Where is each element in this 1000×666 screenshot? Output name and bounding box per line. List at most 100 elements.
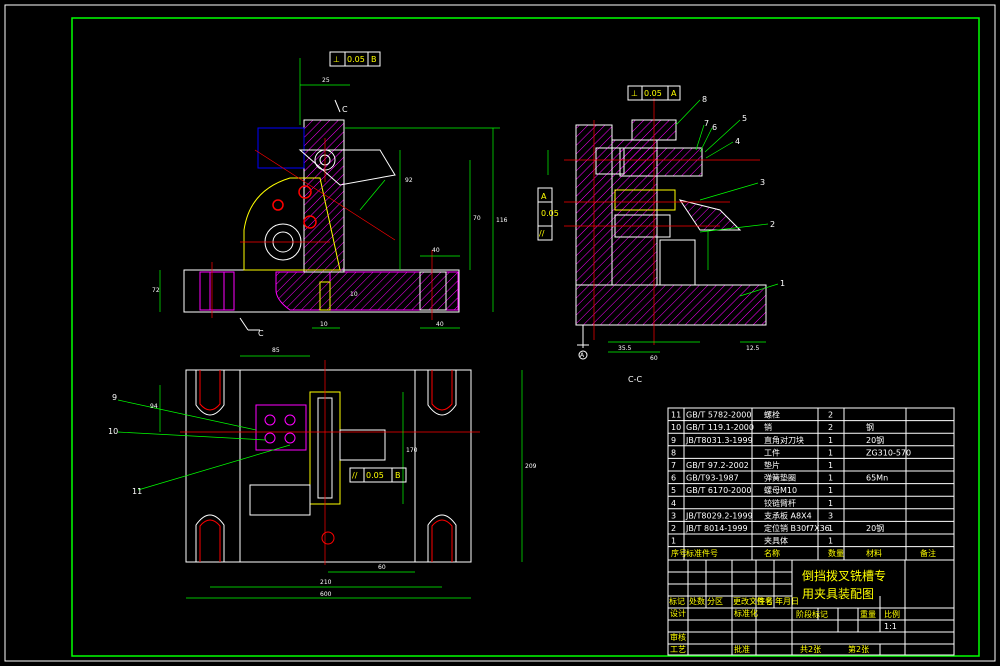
assembly-drawing: ⊥ 0.05 B 25 92 70 116 72 40 10 10 40 C C — [4, 4, 996, 662]
dim-600: 600 — [320, 591, 332, 598]
bom-cell-mat: 65Mn — [866, 474, 888, 483]
dim-40a: 40 — [432, 247, 440, 254]
bom-cell-name: 螺栓 — [764, 410, 780, 420]
dim-35-5: 35.5 — [618, 345, 632, 352]
balloon-7: 7 — [704, 119, 709, 128]
bom-cell-std: GB/T 5782-2000 — [686, 411, 751, 420]
bom-header-note: 备注 — [920, 548, 936, 558]
balloon-8: 8 — [702, 95, 707, 104]
bom-cell-no: 2 — [671, 524, 676, 533]
dim-10b: 10 — [350, 291, 358, 298]
bom-cell-std: JB/T 8014-1999 — [685, 524, 748, 533]
bom-cell-mat: 20钢 — [866, 435, 884, 445]
bom-cell-qty: 1 — [828, 448, 833, 457]
tol4-sym: // — [352, 471, 358, 480]
dim-10a: 10 — [320, 321, 328, 328]
bom-cell-no: 1 — [671, 537, 676, 546]
tol3-sym: // — [539, 229, 545, 238]
front-view — [159, 58, 500, 331]
bom-header-std: 标准件号 — [686, 548, 718, 558]
bom-cell-name: 夹具体 — [764, 536, 788, 546]
tb-process: 工艺 — [670, 645, 686, 654]
tb-weight: 重量 — [860, 609, 876, 619]
tb-date: 年月日 — [775, 596, 799, 606]
tb-count: 处数 — [689, 596, 705, 606]
bom-cell-no: 9 — [671, 436, 676, 445]
dim-40b: 40 — [436, 321, 444, 328]
balloon-11: 11 — [132, 487, 142, 496]
tb-zone: 分区 — [707, 597, 723, 606]
drawing-title-line1: 倒挡拨叉铣槽专 — [802, 568, 886, 583]
bom-cell-name: 工件 — [764, 447, 780, 457]
bom-table: 11 GB/T 5782-2000 螺栓 210 GB/T 119.1-2000 销 2 钢9… — [667, 407, 955, 561]
tol2-sym: ⊥ — [631, 89, 638, 98]
bom-cell-no: 4 — [671, 499, 676, 508]
bom-cell-std: GB/T 119.1-2000 — [686, 423, 754, 432]
bom-cell-name: 直角对刀块 — [764, 435, 804, 445]
tol3-value: 0.05 — [541, 209, 559, 218]
balloon-2: 2 — [770, 220, 775, 229]
tb-sign: 签名 — [757, 596, 773, 606]
bom-cell-no: 11 — [671, 411, 681, 420]
tb-standardize: 标准化 — [734, 608, 758, 618]
bom-cell-std: GB/T 6170-2000 — [686, 486, 751, 495]
bom-header-mat: 材料 — [866, 548, 882, 558]
bom-cell-no: 5 — [671, 486, 676, 495]
bom-cell-std: JB/T8029.2-1999 — [685, 511, 753, 520]
section-mark-bottom: C — [258, 329, 264, 338]
bom-cell-qty: 1 — [828, 474, 833, 483]
bom-cell-qty: 1 — [828, 537, 833, 546]
balloon-3: 3 — [760, 178, 765, 187]
bom-cell-mat: 钢 — [866, 422, 874, 432]
tb-sheet-no: 第2张 — [848, 644, 869, 654]
tb-sheets: 共2张 — [800, 645, 821, 654]
dim-170: 170 — [406, 447, 418, 454]
dim-94: 94 — [150, 403, 158, 410]
tb-approve: 批准 — [734, 644, 750, 654]
balloon-5: 5 — [742, 114, 747, 123]
tolerance-frame-3: A 0.05 // — [537, 187, 559, 241]
dim-72: 72 — [152, 287, 160, 294]
plan-view — [117, 355, 523, 599]
dim-85: 85 — [272, 347, 280, 354]
bom-cell-no: 8 — [671, 448, 676, 457]
dim-116: 116 — [496, 217, 508, 224]
section-label: C-C — [628, 375, 642, 384]
datum-a-label: A — [580, 352, 585, 359]
bom-cell-qty: 1 — [828, 461, 833, 470]
bom-header-qty: 数量 — [828, 548, 844, 558]
bom-cell-name: 铰链臂杆 — [764, 498, 796, 508]
tb-review: 审核 — [670, 632, 686, 642]
bom-cell-qty: 1 — [828, 486, 833, 495]
dim-209: 209 — [525, 463, 537, 470]
tol1-value: 0.05 — [347, 55, 365, 64]
bom-cell-std: GB/T 97.2-2002 — [686, 461, 749, 470]
balloon-1: 1 — [780, 279, 785, 288]
bom-header-name: 名称 — [764, 548, 780, 558]
bom-cell-qty: 1 — [828, 436, 833, 445]
bom-cell-qty: 2 — [828, 423, 833, 432]
dim-25: 25 — [322, 77, 330, 84]
bom-cell-mat: ZG310-570 — [866, 448, 911, 457]
tb-stage: 阶段标记 — [796, 609, 828, 619]
drawing-title-line2: 用夹具装配图 — [802, 587, 874, 601]
balloon-6: 6 — [712, 123, 717, 132]
dim-12-5: 12.5 — [746, 345, 760, 352]
bom-cell-qty: 3 — [828, 511, 833, 520]
tolerance-frame-1: ⊥ 0.05 B — [329, 51, 381, 67]
tol2-value: 0.05 — [644, 89, 662, 98]
tb-scale-value: 1:1 — [884, 622, 897, 631]
bom-cell-name: 弹簧垫圈 — [764, 473, 796, 483]
tolerance-frame-4: // 0.05 B — [349, 467, 407, 483]
tol4-datum: B — [395, 471, 401, 480]
tol1-sym: ⊥ — [333, 55, 340, 64]
section-mark-top: C — [342, 105, 348, 114]
bom-cell-no: 7 — [671, 461, 676, 470]
bom-cell-qty: 1 — [828, 524, 833, 533]
tb-scale-label: 比例 — [884, 609, 900, 619]
bom-cell-no: 3 — [671, 511, 676, 520]
tol3-datum: A — [541, 192, 547, 201]
outer-border — [4, 4, 996, 662]
balloon-9: 9 — [112, 393, 117, 402]
bom-cell-qty: 2 — [828, 411, 833, 420]
